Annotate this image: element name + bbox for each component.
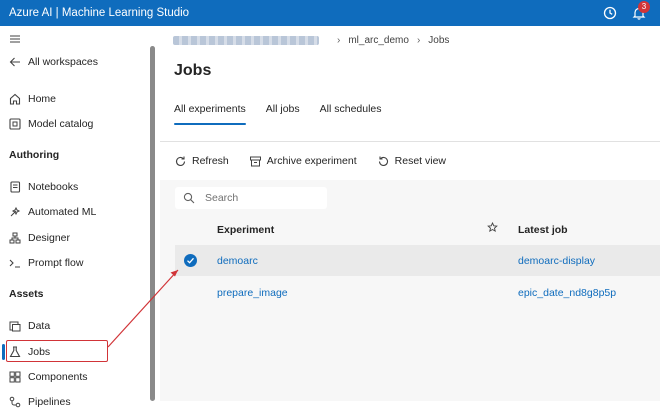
table-header: Experiment Latest job — [175, 216, 660, 244]
command-bar: Refresh Archive experiment Reset view — [160, 141, 660, 181]
redacted-workspace-crumb[interactable] — [173, 35, 319, 45]
top-bar: Azure AI | Machine Learning Studio 3 — [0, 0, 660, 26]
breadcrumb-current: Jobs — [428, 34, 450, 46]
data-icon — [8, 319, 22, 333]
column-header-experiment[interactable]: Experiment — [217, 224, 274, 236]
tab-all-schedules[interactable]: All schedules — [320, 103, 382, 125]
sidebar-item-components[interactable]: Components — [8, 367, 88, 387]
checkmark-icon[interactable] — [184, 254, 197, 267]
automated-ml-icon — [8, 205, 22, 219]
main-content: › ml_arc_demo › Jobs Jobs All experiment… — [160, 26, 660, 401]
star-icon[interactable] — [487, 221, 498, 236]
refresh-icon — [174, 155, 187, 168]
section-heading-authoring: Authoring — [9, 149, 60, 161]
sidebar-scrollbar[interactable] — [150, 46, 155, 401]
sidebar-item-label: Notebooks — [28, 181, 79, 193]
tab-all-jobs[interactable]: All jobs — [266, 103, 300, 125]
archive-label: Archive experiment — [266, 155, 357, 167]
hamburger-menu-button[interactable] — [8, 29, 28, 49]
refresh-button[interactable]: Refresh — [174, 155, 229, 168]
archive-icon — [249, 155, 262, 168]
sidebar-item-pipelines[interactable]: Pipelines — [8, 392, 71, 412]
notebook-icon — [8, 180, 22, 194]
hamburger-icon — [8, 32, 22, 46]
home-icon — [8, 92, 22, 106]
tab-all-experiments[interactable]: All experiments — [174, 103, 246, 125]
search-input[interactable] — [203, 191, 327, 205]
selected-indicator — [2, 344, 5, 360]
prompt-flow-icon — [8, 256, 22, 270]
table-row[interactable]: prepare_image epic_date_nd8g8p5p — [175, 277, 660, 308]
search-box[interactable] — [175, 187, 327, 209]
sidebar-item-label: Designer — [28, 232, 71, 244]
table-row[interactable]: demoarc demoarc-display — [175, 245, 660, 276]
column-header-latest-job[interactable]: Latest job — [518, 224, 568, 236]
breadcrumb: › ml_arc_demo › Jobs — [173, 33, 449, 47]
sidebar: All workspaces Home Model catalog Author… — [0, 26, 160, 408]
catalog-icon — [8, 117, 22, 131]
sidebar-item-prompt-flow[interactable]: Prompt flow — [8, 253, 83, 273]
clock-icon[interactable] — [603, 6, 617, 20]
section-heading-assets: Assets — [9, 288, 44, 300]
tab-label: All jobs — [265, 103, 300, 115]
sidebar-item-data[interactable]: Data — [8, 316, 50, 336]
tab-list: All experiments All jobs All schedules — [174, 103, 402, 125]
sidebar-item-model-catalog[interactable]: Model catalog — [8, 114, 93, 134]
components-icon — [8, 370, 22, 384]
sidebar-item-designer[interactable]: Designer — [8, 228, 70, 248]
app-title[interactable]: Azure AI | Machine Learning Studio — [9, 7, 189, 19]
tab-label: All schedules — [319, 103, 382, 115]
experiment-link[interactable]: prepare_image — [217, 287, 288, 299]
search-icon — [183, 192, 195, 204]
sidebar-item-label: Automated ML — [28, 206, 97, 218]
archive-experiment-button[interactable]: Archive experiment — [249, 155, 357, 168]
annotation-highlight-box — [6, 340, 108, 362]
experiment-link[interactable]: demoarc — [217, 255, 258, 267]
sidebar-item-label: Data — [28, 320, 51, 332]
sidebar-item-label: All workspaces — [28, 56, 99, 68]
breadcrumb-experiment[interactable]: ml_arc_demo — [348, 35, 409, 46]
page-title: Jobs — [174, 62, 212, 79]
chevron-right-icon: › — [337, 34, 341, 46]
latest-job-link[interactable]: demoarc-display — [518, 255, 595, 267]
sidebar-item-label: Home — [28, 93, 57, 105]
sidebar-item-all-workspaces[interactable]: All workspaces — [8, 52, 98, 72]
reset-label: Reset view — [394, 155, 446, 167]
sidebar-item-label: Model catalog — [28, 118, 94, 130]
designer-icon — [8, 231, 22, 245]
sidebar-item-home[interactable]: Home — [8, 89, 56, 109]
sidebar-item-notebooks[interactable]: Notebooks — [8, 177, 78, 197]
tab-label: All experiments — [174, 103, 246, 115]
sidebar-item-label: Prompt flow — [28, 257, 84, 269]
reset-icon — [377, 155, 390, 168]
reset-view-button[interactable]: Reset view — [377, 155, 446, 168]
sidebar-item-label: Pipelines — [28, 396, 71, 408]
sidebar-item-automated-ml[interactable]: Automated ML — [8, 202, 96, 222]
notification-badge: 3 — [638, 1, 650, 13]
chevron-right-icon: › — [416, 34, 421, 46]
experiments-panel: Experiment Latest job demoarc demoarc-di… — [160, 180, 660, 401]
sidebar-item-label: Components — [28, 371, 88, 383]
arrow-left-icon — [8, 55, 22, 69]
refresh-label: Refresh — [192, 155, 229, 167]
pipelines-icon — [8, 395, 22, 409]
latest-job-link[interactable]: epic_date_nd8g8p5p — [518, 287, 616, 299]
